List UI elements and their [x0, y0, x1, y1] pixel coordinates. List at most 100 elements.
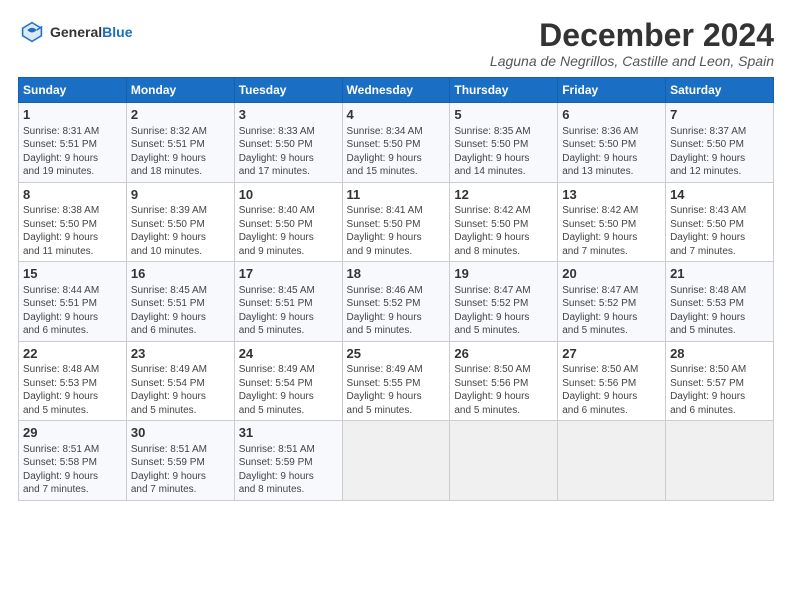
calendar-cell — [450, 421, 558, 501]
calendar-cell: 1Sunrise: 8:31 AMSunset: 5:51 PMDaylight… — [19, 103, 127, 183]
col-sunday: Sunday — [19, 78, 127, 103]
calendar-cell: 3Sunrise: 8:33 AMSunset: 5:50 PMDaylight… — [234, 103, 342, 183]
day-info: Sunrise: 8:32 AMSunset: 5:51 PMDaylight:… — [131, 125, 230, 179]
day-info: Sunrise: 8:33 AMSunset: 5:50 PMDaylight:… — [239, 125, 338, 179]
page: GeneralBlue December 2024 Laguna de Negr… — [0, 0, 792, 511]
calendar-cell: 6Sunrise: 8:36 AMSunset: 5:50 PMDaylight… — [558, 103, 666, 183]
calendar-row: 29Sunrise: 8:51 AMSunset: 5:58 PMDayligh… — [19, 421, 774, 501]
calendar-cell: 27Sunrise: 8:50 AMSunset: 5:56 PMDayligh… — [558, 341, 666, 421]
day-info: Sunrise: 8:42 AMSunset: 5:50 PMDaylight:… — [454, 204, 553, 258]
calendar-cell: 18Sunrise: 8:46 AMSunset: 5:52 PMDayligh… — [342, 262, 450, 342]
calendar-cell: 13Sunrise: 8:42 AMSunset: 5:50 PMDayligh… — [558, 182, 666, 262]
calendar-cell: 9Sunrise: 8:39 AMSunset: 5:50 PMDaylight… — [126, 182, 234, 262]
title-block: December 2024 Laguna de Negrillos, Casti… — [490, 18, 774, 69]
day-info: Sunrise: 8:51 AMSunset: 5:58 PMDaylight:… — [23, 443, 122, 497]
calendar-table: Sunday Monday Tuesday Wednesday Thursday… — [18, 77, 774, 501]
day-number: 9 — [131, 186, 230, 204]
day-info: Sunrise: 8:44 AMSunset: 5:51 PMDaylight:… — [23, 284, 122, 338]
calendar-cell: 30Sunrise: 8:51 AMSunset: 5:59 PMDayligh… — [126, 421, 234, 501]
calendar-cell: 7Sunrise: 8:37 AMSunset: 5:50 PMDaylight… — [666, 103, 774, 183]
day-number: 3 — [239, 106, 338, 124]
day-number: 30 — [131, 424, 230, 442]
day-info: Sunrise: 8:48 AMSunset: 5:53 PMDaylight:… — [23, 363, 122, 417]
day-number: 16 — [131, 265, 230, 283]
day-info: Sunrise: 8:49 AMSunset: 5:55 PMDaylight:… — [347, 363, 446, 417]
calendar-cell: 16Sunrise: 8:45 AMSunset: 5:51 PMDayligh… — [126, 262, 234, 342]
day-number: 24 — [239, 345, 338, 363]
day-info: Sunrise: 8:40 AMSunset: 5:50 PMDaylight:… — [239, 204, 338, 258]
header: GeneralBlue December 2024 Laguna de Negr… — [18, 18, 774, 69]
day-number: 25 — [347, 345, 446, 363]
day-info: Sunrise: 8:42 AMSunset: 5:50 PMDaylight:… — [562, 204, 661, 258]
col-thursday: Thursday — [450, 78, 558, 103]
calendar-cell — [342, 421, 450, 501]
calendar-cell: 24Sunrise: 8:49 AMSunset: 5:54 PMDayligh… — [234, 341, 342, 421]
day-number: 17 — [239, 265, 338, 283]
logo: GeneralBlue — [18, 18, 132, 46]
day-number: 19 — [454, 265, 553, 283]
day-number: 29 — [23, 424, 122, 442]
day-info: Sunrise: 8:39 AMSunset: 5:50 PMDaylight:… — [131, 204, 230, 258]
calendar-cell: 10Sunrise: 8:40 AMSunset: 5:50 PMDayligh… — [234, 182, 342, 262]
day-number: 26 — [454, 345, 553, 363]
calendar-row: 8Sunrise: 8:38 AMSunset: 5:50 PMDaylight… — [19, 182, 774, 262]
day-info: Sunrise: 8:48 AMSunset: 5:53 PMDaylight:… — [670, 284, 769, 338]
day-number: 8 — [23, 186, 122, 204]
day-info: Sunrise: 8:51 AMSunset: 5:59 PMDaylight:… — [131, 443, 230, 497]
calendar-cell — [666, 421, 774, 501]
day-number: 15 — [23, 265, 122, 283]
day-info: Sunrise: 8:49 AMSunset: 5:54 PMDaylight:… — [131, 363, 230, 417]
col-saturday: Saturday — [666, 78, 774, 103]
col-tuesday: Tuesday — [234, 78, 342, 103]
day-number: 4 — [347, 106, 446, 124]
calendar-cell: 8Sunrise: 8:38 AMSunset: 5:50 PMDaylight… — [19, 182, 127, 262]
calendar-cell: 19Sunrise: 8:47 AMSunset: 5:52 PMDayligh… — [450, 262, 558, 342]
calendar-row: 22Sunrise: 8:48 AMSunset: 5:53 PMDayligh… — [19, 341, 774, 421]
day-number: 18 — [347, 265, 446, 283]
day-number: 28 — [670, 345, 769, 363]
day-info: Sunrise: 8:49 AMSunset: 5:54 PMDaylight:… — [239, 363, 338, 417]
calendar-cell: 26Sunrise: 8:50 AMSunset: 5:56 PMDayligh… — [450, 341, 558, 421]
calendar-cell: 25Sunrise: 8:49 AMSunset: 5:55 PMDayligh… — [342, 341, 450, 421]
day-number: 13 — [562, 186, 661, 204]
day-info: Sunrise: 8:37 AMSunset: 5:50 PMDaylight:… — [670, 125, 769, 179]
col-friday: Friday — [558, 78, 666, 103]
col-monday: Monday — [126, 78, 234, 103]
day-number: 10 — [239, 186, 338, 204]
col-wednesday: Wednesday — [342, 78, 450, 103]
day-info: Sunrise: 8:46 AMSunset: 5:52 PMDaylight:… — [347, 284, 446, 338]
day-info: Sunrise: 8:36 AMSunset: 5:50 PMDaylight:… — [562, 125, 661, 179]
day-info: Sunrise: 8:31 AMSunset: 5:51 PMDaylight:… — [23, 125, 122, 179]
day-info: Sunrise: 8:38 AMSunset: 5:50 PMDaylight:… — [23, 204, 122, 258]
calendar-cell: 22Sunrise: 8:48 AMSunset: 5:53 PMDayligh… — [19, 341, 127, 421]
day-number: 6 — [562, 106, 661, 124]
day-info: Sunrise: 8:45 AMSunset: 5:51 PMDaylight:… — [239, 284, 338, 338]
day-number: 14 — [670, 186, 769, 204]
day-number: 11 — [347, 186, 446, 204]
calendar-cell: 4Sunrise: 8:34 AMSunset: 5:50 PMDaylight… — [342, 103, 450, 183]
calendar-cell — [558, 421, 666, 501]
logo-icon — [18, 18, 46, 46]
day-number: 21 — [670, 265, 769, 283]
day-number: 1 — [23, 106, 122, 124]
day-info: Sunrise: 8:50 AMSunset: 5:56 PMDaylight:… — [454, 363, 553, 417]
calendar-cell: 21Sunrise: 8:48 AMSunset: 5:53 PMDayligh… — [666, 262, 774, 342]
day-info: Sunrise: 8:47 AMSunset: 5:52 PMDaylight:… — [562, 284, 661, 338]
day-number: 23 — [131, 345, 230, 363]
day-number: 20 — [562, 265, 661, 283]
day-info: Sunrise: 8:34 AMSunset: 5:50 PMDaylight:… — [347, 125, 446, 179]
main-title: December 2024 — [490, 18, 774, 53]
day-info: Sunrise: 8:50 AMSunset: 5:57 PMDaylight:… — [670, 363, 769, 417]
calendar-cell: 11Sunrise: 8:41 AMSunset: 5:50 PMDayligh… — [342, 182, 450, 262]
day-info: Sunrise: 8:41 AMSunset: 5:50 PMDaylight:… — [347, 204, 446, 258]
calendar-row: 1Sunrise: 8:31 AMSunset: 5:51 PMDaylight… — [19, 103, 774, 183]
calendar-cell: 14Sunrise: 8:43 AMSunset: 5:50 PMDayligh… — [666, 182, 774, 262]
calendar-cell: 31Sunrise: 8:51 AMSunset: 5:59 PMDayligh… — [234, 421, 342, 501]
day-info: Sunrise: 8:47 AMSunset: 5:52 PMDaylight:… — [454, 284, 553, 338]
day-number: 12 — [454, 186, 553, 204]
day-number: 31 — [239, 424, 338, 442]
calendar-cell: 17Sunrise: 8:45 AMSunset: 5:51 PMDayligh… — [234, 262, 342, 342]
day-info: Sunrise: 8:45 AMSunset: 5:51 PMDaylight:… — [131, 284, 230, 338]
day-info: Sunrise: 8:51 AMSunset: 5:59 PMDaylight:… — [239, 443, 338, 497]
day-info: Sunrise: 8:35 AMSunset: 5:50 PMDaylight:… — [454, 125, 553, 179]
